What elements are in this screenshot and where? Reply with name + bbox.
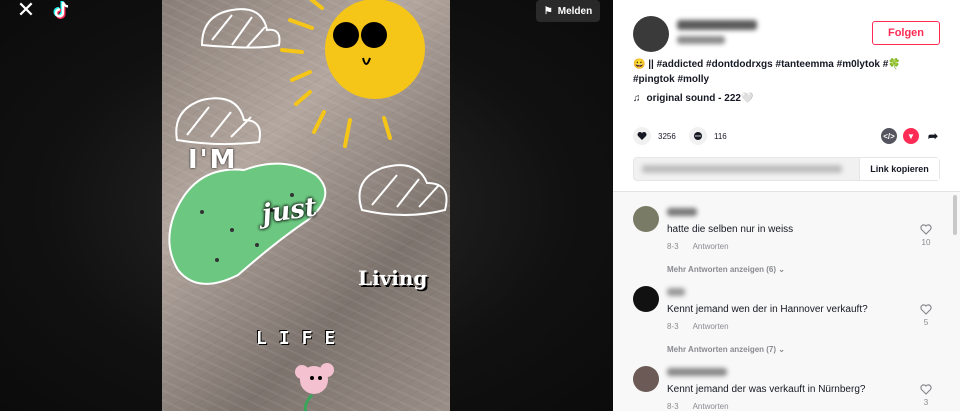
music-note-icon: ♫ xyxy=(633,93,641,104)
like-stat[interactable]: 3256 xyxy=(633,127,676,145)
chevron-down-icon: ⌄ xyxy=(778,265,785,274)
reply-link[interactable]: Antworten xyxy=(693,402,729,411)
report-button[interactable]: ⚑ Melden xyxy=(536,0,600,22)
comment-meta: 8-3 Antworten xyxy=(667,402,729,411)
show-more-replies-link[interactable]: Mehr Antworten anzeigen (6) ⌄ xyxy=(667,265,785,274)
author-avatar[interactable] xyxy=(633,16,669,52)
video-info-panel: Folgen 😀 || #addicted #dontdodrxgs #tant… xyxy=(613,0,960,192)
video-url-redacted[interactable] xyxy=(634,158,859,180)
sound-link[interactable]: ♫ original sound - 222🤍 xyxy=(633,93,753,104)
flower-sticker xyxy=(295,363,334,411)
video-description: 😀 || #addicted #dontdodrxgs #tanteemma #… xyxy=(633,59,901,85)
comment-like-count: 3 xyxy=(923,398,929,407)
comment-date: 8-3 xyxy=(667,402,679,411)
comment-stat[interactable]: 116 xyxy=(689,127,727,145)
embed-icon[interactable]: </> xyxy=(881,128,897,144)
comment-meta: 8-3 Antworten xyxy=(667,242,729,251)
link-box: Link kopieren xyxy=(633,157,940,181)
send-icon[interactable]: ▼ xyxy=(903,128,919,144)
comment-date: 8-3 xyxy=(667,242,679,251)
sun-sticker xyxy=(280,0,425,148)
overlay-text-living: Living xyxy=(358,266,428,290)
show-more-replies-link[interactable]: Mehr Antworten anzeigen (7) ⌄ xyxy=(667,345,785,354)
comment-text: hatte die selben nur in weiss xyxy=(667,224,794,235)
comment-like-count: 5 xyxy=(923,318,929,327)
commenter-avatar[interactable] xyxy=(633,366,659,392)
video-area[interactable]: I'M just Living LIFE ✕ ⚑ Melden xyxy=(0,0,613,411)
commenter-name-redacted[interactable] xyxy=(667,288,685,296)
copy-link-button[interactable]: Link kopieren xyxy=(859,158,939,180)
comments-list[interactable]: hatte die selben nur in weiss 8-3 Antwor… xyxy=(613,192,960,411)
author-name-redacted[interactable] xyxy=(677,20,757,30)
author-handle-redacted xyxy=(677,36,725,44)
comment-text: Kennt jemand der was verkauft in Nürnber… xyxy=(667,384,866,395)
comment-like-count: 10 xyxy=(921,238,931,247)
like-count: 3256 xyxy=(658,131,676,141)
heart-icon[interactable] xyxy=(633,127,651,145)
close-button[interactable]: ✕ xyxy=(10,0,42,22)
report-label: Melden xyxy=(557,5,593,17)
tiktok-logo-icon[interactable] xyxy=(52,0,78,20)
share-icons: </> ▼ ➦ xyxy=(881,128,941,144)
show-more-label: Mehr Antworten anzeigen (6) xyxy=(667,265,777,274)
chevron-down-icon: ⌄ xyxy=(778,345,785,354)
comment-date: 8-3 xyxy=(667,322,679,331)
comment-text: Kennt jemand wen der in Hannover verkauf… xyxy=(667,304,868,315)
follow-button[interactable]: Folgen xyxy=(872,21,940,45)
sound-title: original sound - 222🤍 xyxy=(646,93,754,104)
comments-scrollbar[interactable] xyxy=(953,195,957,235)
overlay-text-im: I'M xyxy=(188,145,238,175)
share-arrow-icon[interactable]: ➦ xyxy=(925,128,941,144)
flag-icon: ⚑ xyxy=(543,5,553,17)
commenter-name-redacted[interactable] xyxy=(667,368,727,376)
reply-link[interactable]: Antworten xyxy=(693,322,729,331)
show-more-label: Mehr Antworten anzeigen (7) xyxy=(667,345,777,354)
commenter-avatar[interactable] xyxy=(633,286,659,312)
comment-bubble-icon[interactable] xyxy=(689,127,707,145)
commenter-name-redacted[interactable] xyxy=(667,208,697,216)
comment-count: 116 xyxy=(714,131,727,141)
commenter-avatar[interactable] xyxy=(633,206,659,232)
overlay-text-life: LIFE xyxy=(256,328,348,349)
reply-link[interactable]: Antworten xyxy=(693,242,729,251)
comment-meta: 8-3 Antworten xyxy=(667,322,729,331)
